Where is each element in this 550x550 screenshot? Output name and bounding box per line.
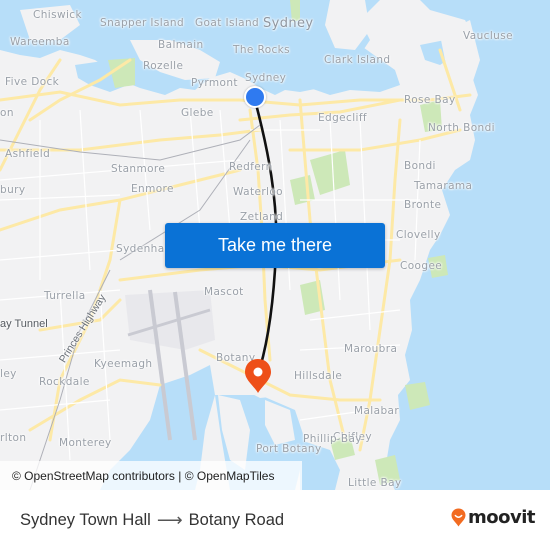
destination-pin-icon[interactable] <box>244 358 272 394</box>
place-label: Rockdale <box>39 376 90 388</box>
place-label: Rose Bay <box>404 94 456 106</box>
attribution-text[interactable]: © OpenStreetMap contributors | © OpenMap… <box>12 469 274 483</box>
origin-name: Sydney Town Hall <box>20 511 151 529</box>
place-label: Snapper Island <box>100 17 185 29</box>
moovit-logo[interactable]: moovit <box>451 507 536 528</box>
route-title: Sydney Town Hall ⟶ Botany Road <box>20 510 284 531</box>
place-label: Pyrmont <box>191 77 238 89</box>
map-view[interactable]: Chiswick Snapper Island Goat Island Sydney V… <box>0 0 550 490</box>
place-label: rlton <box>0 432 27 444</box>
place-label: bury <box>0 184 26 196</box>
place-label: Balmain <box>158 39 204 51</box>
place-label: Sydney <box>263 16 314 31</box>
place-label: Redfern <box>229 161 273 173</box>
place-label: Edgecliff <box>318 112 368 124</box>
place-label: The Rocks <box>233 44 291 56</box>
place-label: Phillip Bay <box>303 433 362 445</box>
place-label: Coogee <box>400 260 443 272</box>
place-label: Vaucluse <box>463 30 513 42</box>
place-label: ley <box>0 368 17 380</box>
place-label: Clovelly <box>396 229 441 241</box>
place-label: Enmore <box>131 183 174 195</box>
place-label: Five Dock <box>5 76 60 88</box>
place-label: Rozelle <box>143 60 184 72</box>
place-label: Wareemba <box>10 36 70 48</box>
place-label: Bronte <box>404 199 442 211</box>
place-label: on <box>0 107 14 119</box>
origin-dot-icon[interactable] <box>244 86 266 108</box>
place-label: North Bondi <box>428 122 495 134</box>
place-label: Stanmore <box>111 163 166 175</box>
place-label: Goat Island <box>195 17 260 29</box>
place-label: Chiswick <box>33 9 82 21</box>
place-label: ay Tunnel <box>0 318 48 330</box>
place-label: Turrella <box>44 290 86 302</box>
moovit-pin-icon <box>451 508 466 527</box>
place-label: Tamarama <box>414 180 473 192</box>
place-label: Clark Island <box>324 54 391 66</box>
place-label: Bondi <box>404 160 436 172</box>
place-label: Kyeemagh <box>94 358 153 370</box>
destination-name: Botany Road <box>188 511 285 529</box>
take-me-there-button[interactable]: Take me there <box>165 223 385 268</box>
place-label: Little Bay <box>348 477 402 489</box>
place-label: Maroubra <box>344 343 398 355</box>
place-label: Monterey <box>59 437 112 449</box>
map-attribution[interactable]: © OpenStreetMap contributors | © OpenMap… <box>0 461 302 490</box>
place-label: Hillsdale <box>294 370 343 382</box>
place-label: Waterloo <box>233 186 284 198</box>
moovit-wordmark: moovit <box>468 507 536 528</box>
place-label: Glebe <box>181 107 214 119</box>
place-label: Ashfield <box>5 148 51 160</box>
place-label: Malabar <box>354 405 400 417</box>
place-label: Zetland <box>240 211 284 223</box>
arrow-right-icon: ⟶ <box>156 510 183 530</box>
place-label: Mascot <box>204 286 244 298</box>
place-label: Sydney <box>245 72 287 84</box>
